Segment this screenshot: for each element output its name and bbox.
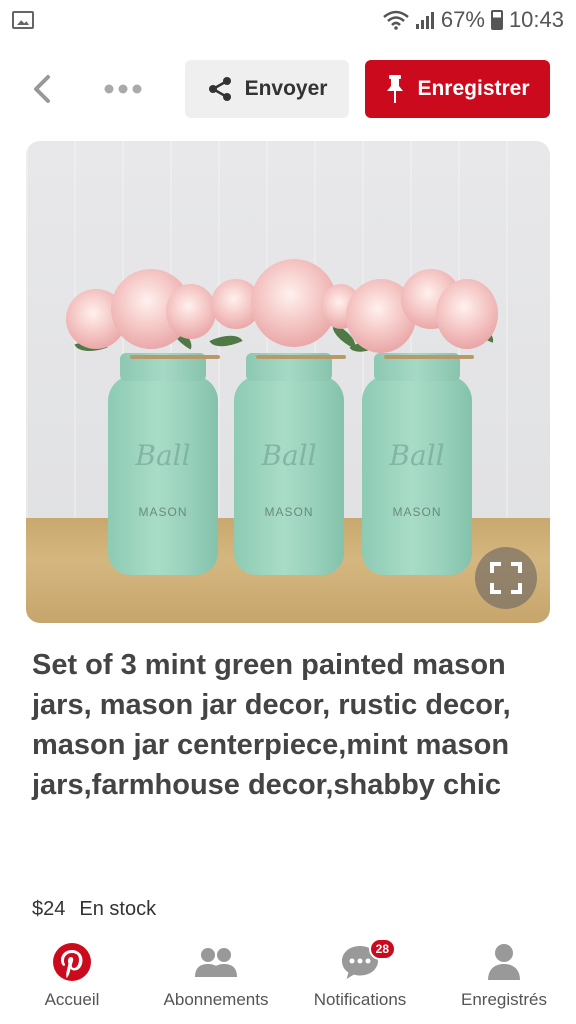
battery-percent: 67%: [440, 7, 485, 32]
wifi-icon: [383, 10, 409, 30]
pin-image[interactable]: Ball MASON Ball MASON Ball MASON: [26, 141, 550, 623]
nav-item-enregistres[interactable]: Enregistrés: [434, 938, 574, 1010]
send-button[interactable]: Envoyer: [185, 60, 349, 118]
rose-bouquet: [346, 269, 498, 379]
nav-label: Enregistrés: [461, 990, 547, 1009]
more-button[interactable]: [98, 64, 148, 114]
nav-label: Abonnements: [163, 990, 269, 1009]
price: $24: [32, 898, 66, 920]
jar-mason-text: MASON: [138, 505, 188, 519]
stock-status: En stock: [79, 898, 157, 920]
bottom-nav: Accueil Abonnements 28 Notifications Enr…: [0, 938, 576, 1024]
nav-item-accueil[interactable]: Accueil: [2, 938, 142, 1010]
mason-jar: Ball MASON: [108, 353, 220, 575]
send-label: Envoyer: [244, 77, 328, 100]
save-label: Enregistrer: [417, 77, 530, 100]
nav-item-abonnements[interactable]: Abonnements: [146, 938, 286, 1010]
nav-label: Accueil: [44, 990, 100, 1009]
people-icon: [195, 948, 237, 977]
save-button[interactable]: Enregistrer: [365, 60, 550, 118]
notification-badge: 28: [368, 938, 396, 960]
jar-mason-text: MASON: [392, 505, 442, 519]
nav-label: Notifications: [313, 990, 407, 1009]
image-icon: [12, 11, 34, 29]
action-bar: Envoyer Enregistrer: [0, 60, 576, 118]
expand-image-button[interactable]: [475, 547, 537, 609]
mason-jar: Ball MASON: [362, 353, 474, 575]
pin-title: Set of 3 mint green painted mason jars, …: [32, 649, 511, 801]
mason-jar: Ball MASON: [234, 353, 346, 575]
expand-icon: [490, 562, 522, 594]
pin-icon: [387, 75, 404, 103]
back-chevron-icon: [34, 75, 50, 103]
profile-icon: [488, 944, 520, 980]
pinterest-logo-icon: [53, 943, 91, 981]
price-row: $24 En stock: [32, 898, 156, 921]
nav-item-notifications[interactable]: 28 Notifications: [290, 938, 430, 1010]
status-bar: 67% 10:43: [0, 0, 576, 40]
jar-brand: Ball: [135, 439, 191, 472]
share-icon: [208, 77, 231, 101]
back-button[interactable]: [22, 64, 62, 114]
clock: 10:43: [508, 7, 564, 32]
rose-bouquet: [66, 269, 216, 379]
more-icon: [104, 84, 142, 94]
rose-bouquet: [209, 259, 361, 369]
jar-brand: Ball: [389, 439, 445, 472]
battery-icon: [490, 10, 503, 30]
jar-mason-text: MASON: [264, 505, 314, 519]
jar-brand: Ball: [261, 439, 317, 472]
signal-icon: [415, 12, 434, 29]
